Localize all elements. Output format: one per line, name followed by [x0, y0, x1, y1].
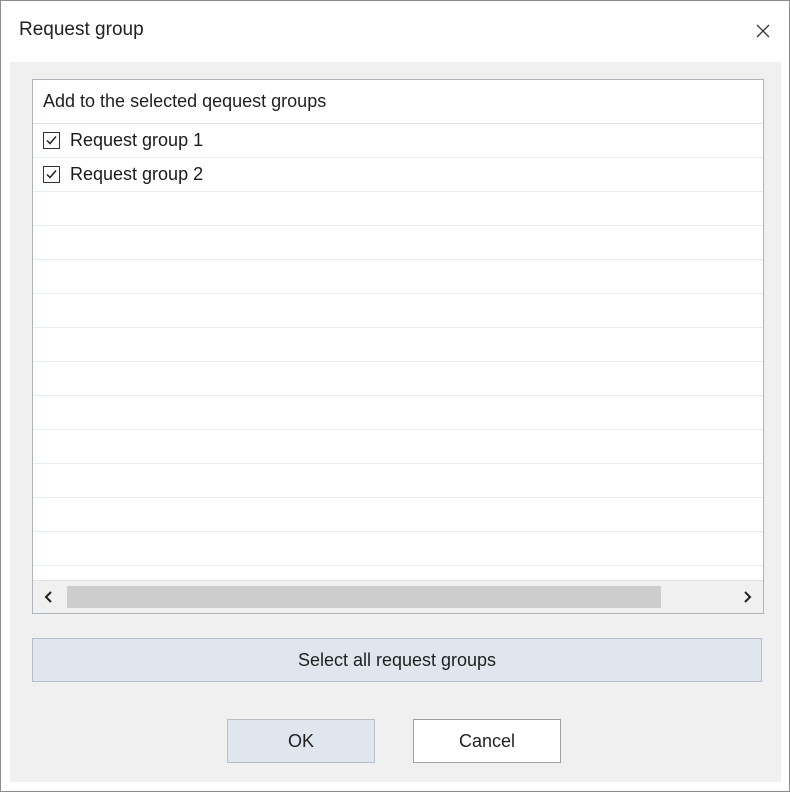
- empty-row: [33, 226, 763, 260]
- list-item[interactable]: Request group 2: [33, 158, 763, 192]
- close-button[interactable]: [743, 13, 783, 49]
- title-bar: Request group: [1, 1, 789, 61]
- empty-row: [33, 328, 763, 362]
- empty-row: [33, 362, 763, 396]
- empty-row: [33, 566, 763, 581]
- horizontal-scrollbar[interactable]: [33, 580, 763, 613]
- empty-row: [33, 532, 763, 566]
- close-icon: [756, 24, 770, 38]
- window-title: Request group: [19, 19, 144, 40]
- empty-row: [33, 430, 763, 464]
- request-group-list: Add to the selected qequest groups Reque…: [32, 79, 764, 614]
- request-group-1-checkbox[interactable]: [43, 132, 60, 149]
- cancel-button[interactable]: Cancel: [413, 719, 561, 763]
- dialog-body: Add to the selected qequest groups Reque…: [10, 62, 781, 782]
- list-header: Add to the selected qequest groups: [33, 80, 763, 124]
- empty-row: [33, 464, 763, 498]
- request-group-dialog: Request group Add to the selected qeques…: [0, 0, 790, 792]
- list-item[interactable]: Request group 1: [33, 124, 763, 158]
- empty-row: [33, 294, 763, 328]
- chevron-right-icon: [744, 591, 752, 603]
- request-group-2-checkbox[interactable]: [43, 166, 60, 183]
- list-item-label: Request group 2: [70, 164, 204, 184]
- scroll-right-button[interactable]: [731, 581, 763, 613]
- checkmark-icon: [46, 136, 57, 145]
- list-rows: Request group 1 Request group 2: [33, 124, 763, 581]
- empty-row: [33, 498, 763, 532]
- empty-row: [33, 192, 763, 226]
- scroll-left-button[interactable]: [33, 581, 65, 613]
- select-all-button[interactable]: Select all request groups: [32, 638, 762, 682]
- empty-row: [33, 260, 763, 294]
- list-item-label: Request group 1: [70, 130, 204, 150]
- checkmark-icon: [46, 170, 57, 179]
- ok-button[interactable]: OK: [227, 719, 375, 763]
- empty-row: [33, 396, 763, 430]
- scroll-thumb[interactable]: [67, 586, 661, 608]
- chevron-left-icon: [44, 591, 52, 603]
